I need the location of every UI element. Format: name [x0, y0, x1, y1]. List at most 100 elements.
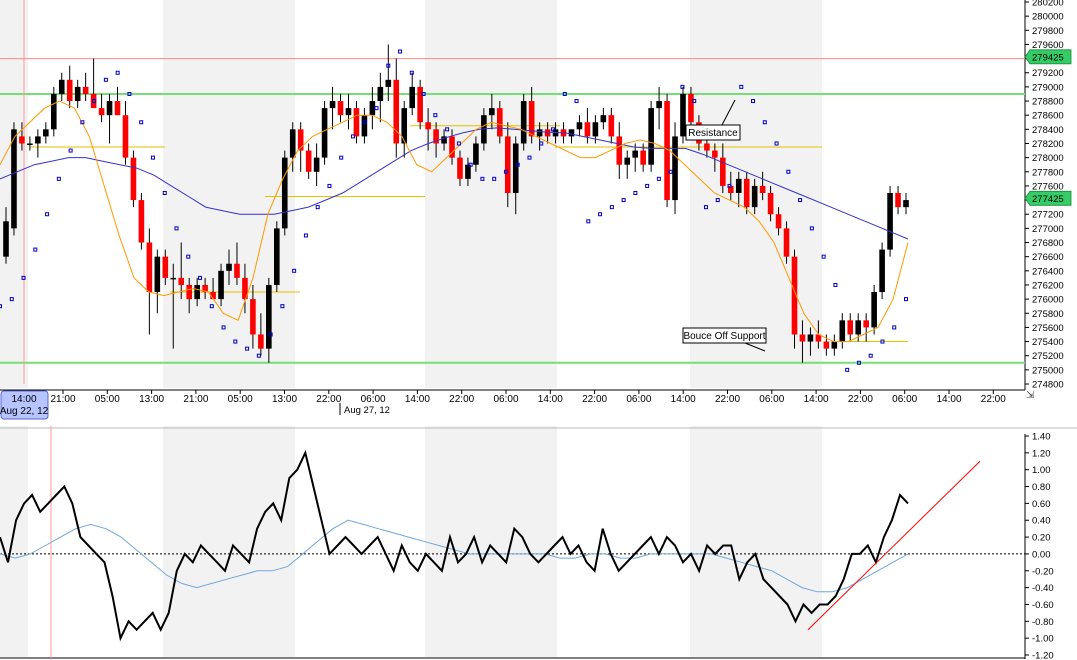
candle [879, 242, 885, 300]
candle [43, 122, 49, 144]
candle-body [775, 214, 782, 229]
candle-body [704, 143, 710, 151]
candle [672, 122, 678, 215]
time-tick-label: 14:00 [804, 394, 829, 405]
candle [393, 58, 400, 158]
sar-dot [833, 282, 838, 287]
sar-dot [374, 106, 379, 111]
candle-body [624, 157, 631, 165]
price-tag-label: 277425 [1032, 194, 1064, 205]
candle-body [504, 136, 511, 193]
sar-dot [303, 233, 308, 238]
candle-body [281, 157, 288, 229]
time-tick-label: 21:00 [183, 394, 208, 405]
date-marker[interactable]: 14:00Aug 22, 12 [0, 390, 49, 420]
price-axis[interactable]: 2802002800002798002796002794002792002790… [1024, 0, 1072, 401]
candle-body [863, 320, 869, 328]
osc-tick-label: 0.60 [1032, 499, 1051, 510]
time-tick-label: 05:00 [228, 394, 253, 405]
candle-body [361, 115, 368, 137]
candle-body [672, 136, 678, 201]
sar-dot [821, 254, 826, 259]
candle-body [305, 150, 312, 172]
candle [122, 101, 129, 165]
candle [903, 193, 909, 215]
candle [831, 334, 838, 356]
candle-body [735, 178, 742, 193]
date-label: Aug 27, 12 [344, 405, 390, 416]
candle [839, 313, 846, 349]
candle [98, 93, 105, 123]
resize-icon[interactable]: ⇲ [1026, 390, 1034, 401]
candle-body [887, 193, 893, 250]
sar-dot [845, 367, 850, 372]
candle [58, 72, 65, 102]
candle-body [751, 185, 758, 208]
sar-dot [645, 183, 650, 188]
candle-body [353, 108, 360, 137]
candle-body [656, 101, 662, 109]
candle-body [632, 150, 639, 158]
sar-dot [68, 148, 73, 153]
candle-body [186, 284, 192, 300]
price-tick-label: 279800 [1032, 26, 1064, 37]
price-tick-label: 276800 [1032, 238, 1064, 249]
sar-dot [668, 169, 673, 174]
sar-dot [139, 120, 144, 125]
session-band [690, 426, 822, 657]
candle-body [50, 93, 57, 130]
price-tick-label: 276600 [1032, 252, 1064, 263]
candle [520, 93, 527, 151]
candle [82, 72, 89, 102]
candle-body [512, 143, 519, 193]
candle [576, 115, 583, 137]
time-tick-label: 14:00 [671, 394, 696, 405]
oscillator-axis[interactable]: 1.40 1.20 1.00 0.80 0.60 0.40 0.20 0.00 -0.20 -0.… [1025, 432, 1054, 660]
candle [377, 72, 384, 123]
candle [345, 93, 352, 130]
candle-body [11, 129, 17, 229]
price-tick-label: 276200 [1032, 280, 1064, 291]
candle-body [767, 193, 774, 215]
candle [114, 86, 121, 116]
candle-body [106, 101, 113, 116]
candle-body [226, 263, 232, 271]
time-tick-label: 13:00 [272, 394, 297, 405]
session-band [425, 426, 557, 657]
candle [680, 86, 686, 144]
time-tick-label: 14:00 [405, 394, 430, 405]
candle-body [289, 129, 296, 158]
price-tick-label: 277000 [1032, 224, 1064, 235]
time-tick-label: 06:00 [493, 394, 518, 405]
time-tick-label: 14:00 [538, 394, 563, 405]
candle-body [600, 115, 607, 123]
sar-dot [33, 247, 38, 252]
candle-body [409, 86, 415, 109]
candle-body [273, 228, 280, 285]
annotation-label: Bouce Off Support [683, 331, 765, 342]
time-tick-label: 22:00 [848, 394, 873, 405]
sar-dot [150, 155, 155, 160]
time-tick-label: 21:00 [50, 394, 75, 405]
sar-dot [892, 325, 897, 330]
candle-body [74, 86, 81, 102]
candle-body [712, 150, 718, 158]
osc-tick-label: -0.60 [1032, 600, 1054, 611]
time-axis[interactable]: 21:00 05:00 13:00 21:00 05:00 13:00 22:00 06:00… [0, 390, 1006, 420]
time-tick-label: 14:00 [936, 394, 961, 405]
candle-body [616, 136, 623, 165]
candle-body [369, 101, 376, 116]
candle-body [536, 129, 543, 137]
time-tick-label: 06:00 [626, 394, 651, 405]
price-tick-label: 279000 [1032, 82, 1064, 93]
candle-body [162, 256, 169, 278]
candle-body [895, 193, 901, 208]
candle-body [66, 79, 73, 102]
candle [791, 249, 798, 349]
candle-body [799, 334, 806, 342]
candle-body [194, 284, 200, 300]
price-tick-label: 278800 [1032, 97, 1064, 108]
candle-body [688, 93, 694, 123]
candle-body [648, 108, 654, 165]
candle-body [592, 122, 599, 137]
